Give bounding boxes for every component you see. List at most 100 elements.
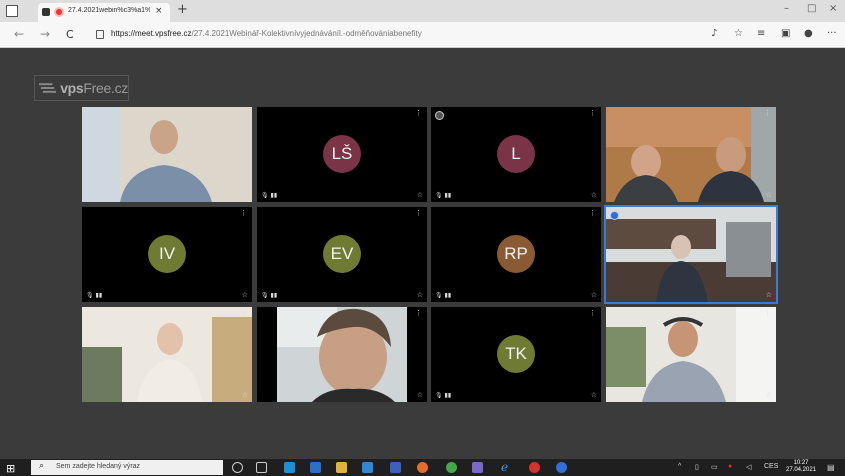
start-button[interactable]: ⊞ bbox=[6, 462, 15, 475]
participant-tile-2[interactable]: LŠ 🎙︎ ▮▮ ⋮ ☆ bbox=[257, 107, 427, 202]
forward-button[interactable]: → bbox=[40, 27, 50, 41]
clock-date: 27.04.2021 bbox=[786, 467, 817, 473]
participant-video bbox=[257, 307, 427, 402]
tile-pin-icon[interactable]: ☆ bbox=[417, 191, 423, 199]
tab-favicon-icon bbox=[42, 8, 50, 16]
lock-icon[interactable] bbox=[96, 30, 104, 39]
reload-button[interactable]: C bbox=[66, 28, 74, 41]
tile-pin-icon[interactable]: ☆ bbox=[766, 291, 772, 299]
tile-menu-button[interactable]: ⋮ bbox=[240, 109, 247, 117]
favorite-icon[interactable]: ☆ bbox=[734, 28, 743, 39]
profile-icon[interactable]: ● bbox=[804, 28, 813, 39]
tile-pin-icon[interactable]: ☆ bbox=[417, 291, 423, 299]
internet-explorer-icon[interactable]: ℯ bbox=[501, 460, 512, 474]
meeting-stage: vpsFree.cz ⋮ ☆ LŠ 🎙︎ ▮▮ ⋮ ☆ L 🎙︎ ▮▮ ⋮ ☆ bbox=[0, 49, 845, 459]
tile-menu-button[interactable]: ⋮ bbox=[415, 109, 422, 117]
tile-pin-icon[interactable]: ☆ bbox=[766, 191, 772, 199]
participant-video bbox=[606, 107, 776, 202]
new-tab-button[interactable]: + bbox=[177, 2, 188, 17]
taskbar-search[interactable]: ⌕ Sem zadejte hledaný výraz bbox=[31, 460, 223, 475]
participant-tile-6[interactable]: EV 🎙︎ ▮▮ ⋮ ☆ bbox=[257, 207, 427, 302]
tray-monitor-icon[interactable]: ▭ bbox=[711, 463, 718, 471]
tile-pin-icon[interactable]: ☆ bbox=[591, 391, 597, 399]
address-toolbar: ← → C https://meet.vpsfree.cz/27.4.2021W… bbox=[0, 22, 845, 48]
outlook-app-icon[interactable] bbox=[310, 462, 321, 473]
tray-speaker-icon[interactable]: ◁ bbox=[746, 463, 751, 471]
collections-icon[interactable]: ▣ bbox=[781, 28, 790, 39]
tab-actions-icon[interactable] bbox=[6, 5, 18, 17]
file-explorer-icon[interactable] bbox=[336, 462, 347, 473]
tile-menu-button[interactable]: ⋮ bbox=[589, 309, 596, 317]
app-icon-green[interactable] bbox=[446, 462, 457, 473]
task-view-icon[interactable] bbox=[256, 462, 267, 473]
tile-pin-icon[interactable]: ☆ bbox=[591, 191, 597, 199]
url-path: /27.4.2021Webinář-Kolektivnívyjednáváníl… bbox=[191, 29, 422, 38]
clock-time: 10:27 bbox=[793, 460, 809, 466]
maximize-button[interactable]: □ bbox=[807, 3, 816, 14]
tile-menu-button[interactable]: ⋮ bbox=[764, 209, 771, 217]
tile-pin-icon[interactable]: ☆ bbox=[242, 191, 248, 199]
cortana-icon[interactable] bbox=[232, 462, 243, 473]
participant-tile-3[interactable]: L 🎙︎ ▮▮ ⋮ ☆ bbox=[431, 107, 601, 202]
tile-pin-icon[interactable]: ☆ bbox=[766, 391, 772, 399]
tile-menu-button[interactable]: ⋮ bbox=[415, 209, 422, 217]
tray-language[interactable]: CES bbox=[764, 463, 778, 470]
chrome-app-icon[interactable] bbox=[556, 462, 567, 473]
tray-antivirus-icon[interactable]: ● bbox=[728, 463, 732, 470]
tray-chevron-icon[interactable]: ^ bbox=[678, 463, 681, 470]
app-icon-orange[interactable] bbox=[417, 462, 428, 473]
taskbar-clock[interactable]: 10:27 27.04.2021 bbox=[786, 460, 816, 474]
search-icon: ⌕ bbox=[39, 461, 45, 471]
mail-app-icon[interactable] bbox=[362, 462, 373, 473]
logo-text: vpsFree.cz bbox=[60, 80, 128, 96]
participant-tile-12[interactable]: ⋮ ☆ bbox=[606, 307, 776, 402]
browser-tab[interactable]: 27.4.2021webin%c3%a1% × bbox=[38, 3, 170, 22]
minimize-button[interactable]: – bbox=[784, 3, 789, 14]
more-menu-button[interactable]: ··· bbox=[827, 28, 837, 39]
address-input[interactable]: https://meet.vpsfree.cz/27.4.2021Webinář… bbox=[111, 29, 422, 38]
tile-menu-button[interactable]: ⋮ bbox=[240, 209, 247, 217]
mic-muted-icon: 🎙︎ ▮▮ bbox=[86, 292, 103, 299]
tab-bar: 27.4.2021webin%c3%a1% × + – □ × bbox=[0, 0, 845, 22]
tile-pin-icon[interactable]: ☆ bbox=[242, 291, 248, 299]
tile-menu-button[interactable]: ⋮ bbox=[589, 109, 596, 117]
mic-muted-icon: 🎙︎ ▮▮ bbox=[261, 192, 278, 199]
tile-menu-button[interactable]: ⋮ bbox=[240, 309, 247, 317]
notification-icon[interactable]: ▤ bbox=[827, 463, 835, 472]
microphone-icon[interactable]: ♪ bbox=[711, 28, 717, 39]
participant-tile-11[interactable]: TK 🎙︎ ▮▮ ⋮ ☆ bbox=[431, 307, 601, 402]
participant-tile-4[interactable]: ⋮ ☆ bbox=[606, 107, 776, 202]
participant-video bbox=[606, 307, 776, 402]
tab-close-button[interactable]: × bbox=[155, 6, 163, 16]
close-window-button[interactable]: × bbox=[829, 3, 837, 14]
tile-menu-button[interactable]: ⋮ bbox=[589, 209, 596, 217]
url-host: https://meet.vpsfree.cz bbox=[111, 29, 192, 38]
back-button[interactable]: ← bbox=[14, 27, 24, 41]
edge-app-icon[interactable] bbox=[284, 462, 295, 473]
vpsfree-logo[interactable]: vpsFree.cz bbox=[34, 75, 129, 101]
moderator-icon bbox=[610, 211, 619, 220]
tray-network-icon[interactable]: ▯ bbox=[695, 463, 699, 471]
tile-menu-button[interactable]: ⋮ bbox=[415, 309, 422, 317]
mic-muted-icon: 🎙︎ ▮▮ bbox=[435, 392, 452, 399]
participant-tile-9[interactable]: ⋮ ☆ bbox=[82, 307, 252, 402]
favorites-list-icon[interactable]: ≡ bbox=[757, 28, 765, 39]
app-icon-purple[interactable] bbox=[472, 462, 483, 473]
opera-app-icon[interactable] bbox=[529, 462, 540, 473]
logo-mark-icon bbox=[39, 83, 57, 93]
tile-menu-button[interactable]: ⋮ bbox=[764, 309, 771, 317]
word-app-icon[interactable] bbox=[390, 462, 401, 473]
participant-tile-1[interactable]: ⋮ ☆ bbox=[82, 107, 252, 202]
mic-muted-icon: 🎙︎ ▮▮ bbox=[261, 292, 278, 299]
search-input[interactable]: Sem zadejte hledaný výraz bbox=[56, 463, 140, 470]
tile-pin-icon[interactable]: ☆ bbox=[417, 391, 423, 399]
tile-pin-icon[interactable]: ☆ bbox=[591, 291, 597, 299]
mic-muted-icon: 🎙︎ ▮▮ bbox=[435, 192, 452, 199]
participant-tile-5[interactable]: IV 🎙︎ ▮▮ ⋮ ☆ bbox=[82, 207, 252, 302]
tile-menu-button[interactable]: ⋮ bbox=[764, 109, 771, 117]
participant-tile-10[interactable]: ⋮ ☆ bbox=[257, 307, 427, 402]
screen: 27.4.2021webin%c3%a1% × + – □ × ← → C ht… bbox=[0, 0, 845, 476]
participant-tile-8[interactable]: ⋮ ☆ bbox=[604, 205, 778, 304]
participant-tile-7[interactable]: RP 🎙︎ ▮▮ ⋮ ☆ bbox=[431, 207, 601, 302]
tile-pin-icon[interactable]: ☆ bbox=[242, 391, 248, 399]
